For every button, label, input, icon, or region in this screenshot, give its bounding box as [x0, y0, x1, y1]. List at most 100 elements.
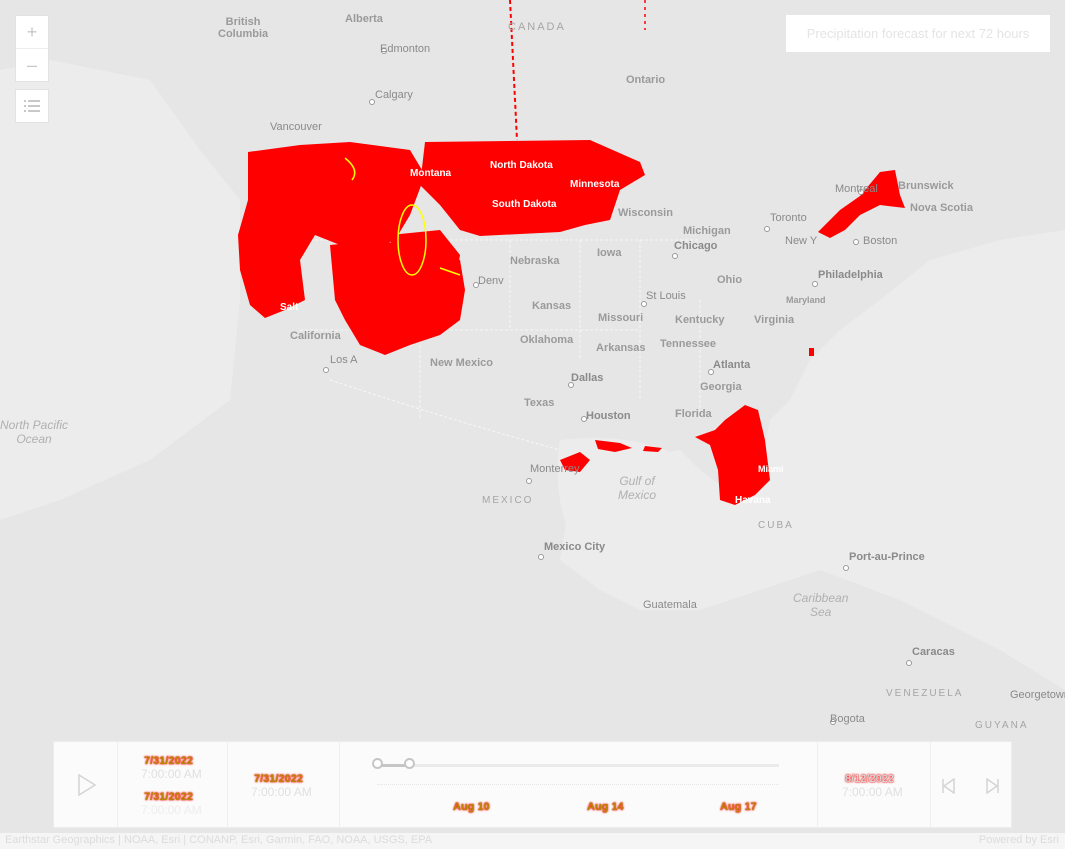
- end-time-section: 8/12/2022 7:00:00 AM: [817, 742, 931, 827]
- play-icon: [78, 774, 96, 796]
- label-virginia: Virginia: [754, 314, 795, 326]
- label-chicago: Chicago: [674, 240, 718, 252]
- label-michigan: Michigan: [683, 225, 731, 237]
- step-back-icon: [942, 778, 955, 794]
- label-st-louis: St Louis: [646, 290, 686, 302]
- full-start-time: 7:00:00 AM: [141, 767, 202, 781]
- label-caribbean-sea: Caribbean Sea: [793, 591, 849, 619]
- zoom-in-button[interactable]: +: [16, 16, 48, 48]
- basemap[interactable]: [0, 0, 1065, 849]
- label-calgary: Calgary: [375, 89, 413, 101]
- label-minnesota: Minnesota: [570, 179, 620, 190]
- minus-icon: –: [26, 54, 37, 75]
- label-vancouver: Vancouver: [270, 121, 322, 133]
- label-oklahoma: Oklahoma: [520, 334, 574, 346]
- label-montreal: Montreal: [835, 183, 878, 195]
- timeline-start-thumb[interactable]: [372, 758, 383, 769]
- label-guatemala: Guatemala: [643, 599, 697, 611]
- zoom-out-button[interactable]: –: [16, 48, 48, 81]
- current-time: 7:00:00 AM: [251, 785, 312, 799]
- label-boston: Boston: [863, 235, 898, 247]
- label-mexico-city: Mexico City: [544, 541, 606, 553]
- label-georgia: Georgia: [700, 381, 742, 393]
- step-controls: [929, 742, 1011, 827]
- zoom-controls: + –: [15, 15, 49, 82]
- label-port-au-prince: Port-au-Prince: [849, 551, 925, 563]
- full-end-time: 7:00:00 AM: [141, 803, 202, 817]
- label-alberta: Alberta: [345, 13, 383, 25]
- full-end-date: 7/31/2022: [144, 791, 193, 803]
- attribution-sources[interactable]: Earthstar Geographics | NOAA, Esri | CON…: [5, 834, 432, 846]
- full-start-date: 7/31/2022: [144, 755, 193, 767]
- label-kansas: Kansas: [532, 300, 572, 312]
- map-title-box: Precipitation forecast for next 72 hours: [786, 15, 1050, 52]
- label-new-mexico: New Mexico: [430, 357, 493, 369]
- attribution-bar: Earthstar Geographics | NOAA, Esri | CON…: [0, 833, 1065, 849]
- label-georgetown: Georgetown: [1010, 689, 1065, 701]
- label-british-columbia: British Columbia: [218, 16, 269, 40]
- full-extent-section: 7/31/2022 7:00:00 AM 7/31/2022 7:00:00 A…: [117, 742, 228, 827]
- label-ohio: Ohio: [717, 274, 743, 286]
- label-canada: CANADA: [508, 21, 566, 33]
- end-date: 8/12/2022: [845, 773, 894, 785]
- label-missouri: Missouri: [598, 312, 644, 324]
- current-time-section: 7/31/2022 7:00:00 AM: [227, 742, 340, 827]
- current-date: 7/31/2022: [254, 773, 303, 785]
- label-tennessee: Tennessee: [660, 338, 717, 350]
- label-new-brunswick: Brunswick: [898, 180, 954, 192]
- legend-list-icon: [24, 100, 40, 112]
- label-miami: Miami: [758, 464, 784, 474]
- label-denver: Denv: [478, 275, 504, 287]
- label-nova-scotia: Nova Scotia: [910, 202, 973, 214]
- end-time: 7:00:00 AM: [842, 785, 903, 799]
- timeline-track[interactable]: [377, 764, 779, 767]
- label-california: California: [290, 330, 341, 342]
- label-edmonton: Edmonton: [380, 43, 431, 55]
- label-maryland: Maryland: [786, 295, 826, 305]
- time-slider: 7/31/2022 7:00:00 AM 7/31/2022 7:00:00 A…: [53, 741, 1012, 828]
- tick-label: Aug 17: [720, 801, 757, 813]
- label-los-angeles: Los A: [330, 354, 358, 366]
- label-nebraska: Nebraska: [510, 255, 560, 267]
- tick-label: Aug 14: [587, 801, 624, 813]
- label-montana: Montana: [410, 168, 452, 179]
- label-south-dakota: South Dakota: [492, 199, 557, 210]
- label-wisconsin: Wisconsin: [618, 207, 673, 219]
- label-philadelphia: Philadelphia: [818, 269, 883, 281]
- label-mexico: MEXICO: [482, 495, 534, 506]
- label-bogota: Bogota: [830, 713, 865, 725]
- label-salt: Salt: [280, 302, 299, 313]
- label-north-pacific-ocean: North Pacific Ocean: [0, 418, 69, 446]
- legend-button[interactable]: [16, 90, 48, 122]
- label-havana: Havana: [735, 495, 771, 506]
- timeline-track-section: Aug 10 Aug 14 Aug 17: [339, 742, 817, 827]
- map-title: Precipitation forecast for next 72 hours: [806, 26, 1030, 41]
- label-iowa: Iowa: [597, 247, 622, 259]
- label-north-dakota: North Dakota: [490, 160, 553, 171]
- label-venezuela: VENEZUELA: [886, 688, 964, 699]
- label-caracas: Caracas: [912, 646, 955, 658]
- play-section: [54, 742, 118, 827]
- label-ontario: Ontario: [626, 74, 666, 86]
- powered-by-esri[interactable]: Powered by Esri: [979, 834, 1059, 846]
- timeline-end-thumb[interactable]: [404, 758, 416, 769]
- label-texas: Texas: [524, 397, 555, 409]
- label-toronto: Toronto: [770, 212, 807, 224]
- label-kentucky: Kentucky: [675, 314, 725, 326]
- label-gulf-of-mexico: Gulf of Mexico: [618, 474, 657, 502]
- label-houston: Houston: [586, 410, 631, 422]
- tick-label: Aug 10: [453, 801, 490, 813]
- label-atlanta: Atlanta: [713, 359, 751, 371]
- label-guyana: GUYANA: [975, 720, 1029, 731]
- label-new-york: New Y: [785, 235, 818, 247]
- legend-toggle: [15, 89, 49, 123]
- label-cuba: CUBA: [758, 520, 794, 531]
- plus-icon: +: [26, 21, 38, 42]
- previous-step-button[interactable]: [941, 778, 957, 794]
- label-arkansas: Arkansas: [596, 342, 646, 354]
- play-button[interactable]: [78, 774, 96, 796]
- label-florida: Florida: [675, 408, 712, 420]
- label-monterrey: Monterrey: [530, 463, 580, 475]
- next-step-button[interactable]: [984, 778, 1000, 794]
- label-dallas: Dallas: [571, 372, 604, 384]
